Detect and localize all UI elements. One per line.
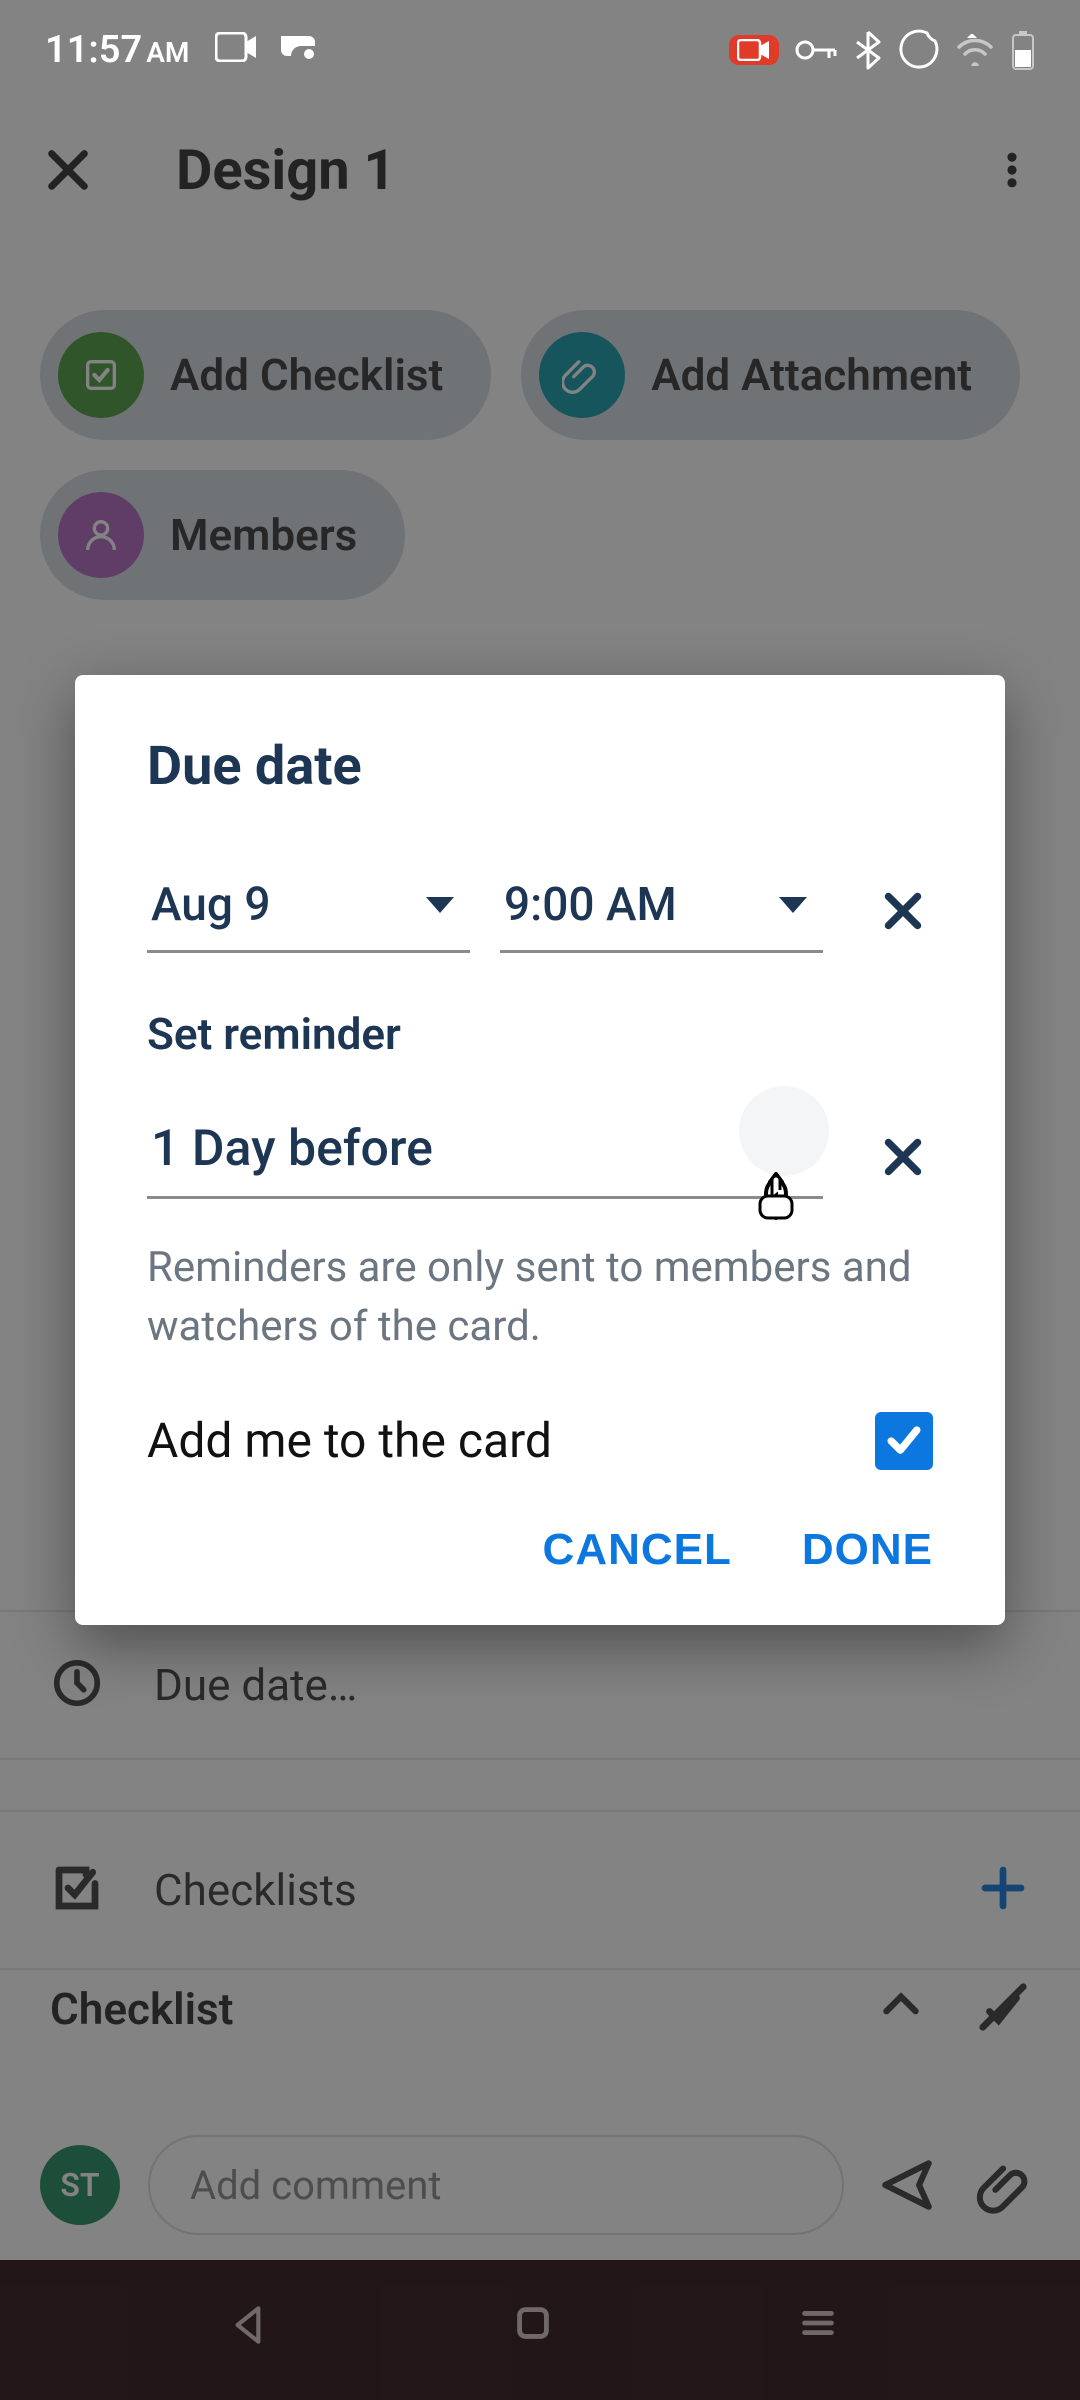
dialog-title: Due date xyxy=(147,735,933,798)
time-value: 9:00 AM xyxy=(504,878,677,932)
date-select[interactable]: Aug 9 xyxy=(147,868,470,953)
date-value: Aug 9 xyxy=(151,878,271,932)
chevron-down-icon xyxy=(426,897,454,913)
clear-date-icon[interactable] xyxy=(873,881,933,941)
dnd-icon xyxy=(897,29,939,71)
vpn-key-icon xyxy=(795,38,839,62)
status-bar: 11:57AM xyxy=(0,0,1080,100)
record-indicator-icon xyxy=(729,35,779,65)
chevron-down-icon xyxy=(779,897,807,913)
reminder-section-label: Set reminder xyxy=(147,1008,933,1060)
due-date-dialog: Due date Aug 9 9:00 AM Set reminder 1 Da… xyxy=(75,675,1005,1625)
time-select[interactable]: 9:00 AM xyxy=(500,868,823,953)
reminder-help-text: Reminders are only sent to members and w… xyxy=(147,1239,933,1357)
done-button[interactable]: DONE xyxy=(802,1525,933,1575)
clear-reminder-icon[interactable] xyxy=(873,1127,933,1187)
reminder-dropdown-button[interactable] xyxy=(739,1086,829,1176)
video-icon xyxy=(215,32,259,62)
reminder-select[interactable]: 1 Day before xyxy=(147,1110,823,1199)
status-time: 11:57AM xyxy=(45,28,189,72)
battery-icon xyxy=(1011,30,1035,70)
cast-icon xyxy=(277,32,317,62)
cancel-button[interactable]: CANCEL xyxy=(543,1525,732,1575)
bluetooth-icon xyxy=(855,30,881,70)
add-me-label: Add me to the card xyxy=(147,1412,552,1469)
wifi-icon xyxy=(955,34,995,66)
add-me-checkbox[interactable] xyxy=(875,1412,933,1470)
reminder-value: 1 Day before xyxy=(151,1120,433,1178)
